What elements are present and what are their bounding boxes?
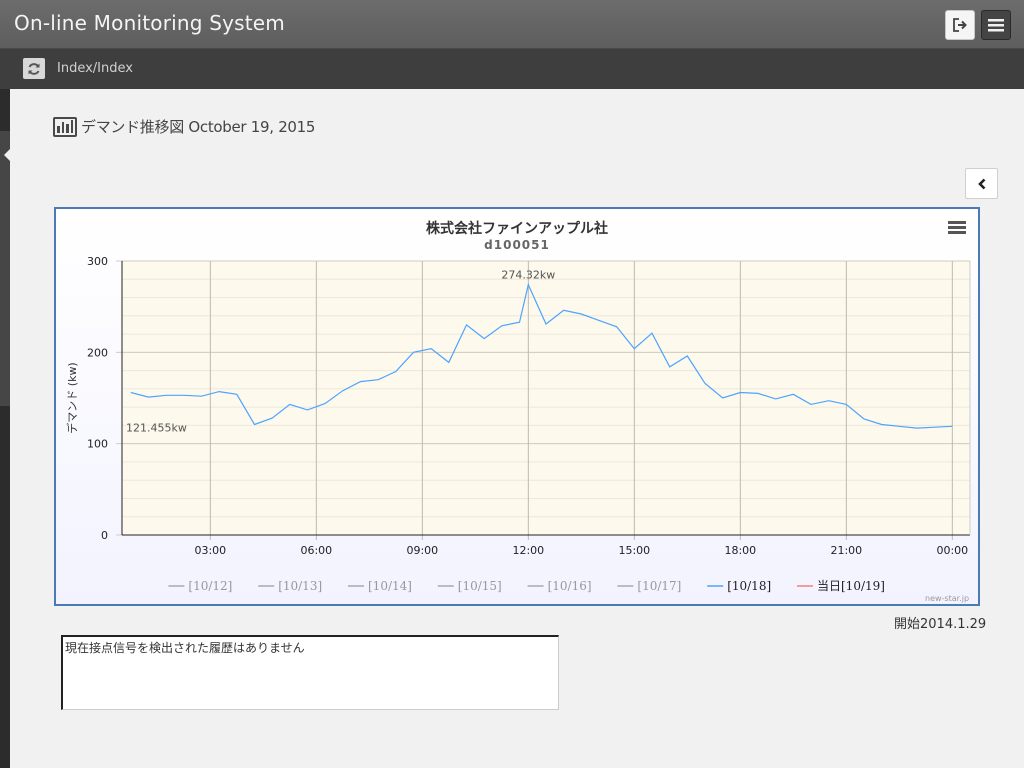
main-menu-button[interactable] (981, 10, 1011, 40)
logout-button[interactable] (945, 10, 975, 40)
chevron-left-icon (977, 178, 985, 189)
refresh-icon (28, 62, 40, 75)
legend-label: [10/13] (278, 579, 322, 593)
breadcrumb[interactable]: Index/Index (57, 61, 133, 76)
left-rail (0, 89, 10, 768)
y-axis-label: デマンド (kw) (65, 362, 79, 433)
x-tick-label: 18:00 (724, 544, 756, 557)
legend-label: [10/12] (188, 579, 232, 593)
data-label: 121.455kw (126, 421, 187, 434)
x-tick-label: 12:00 (512, 544, 544, 557)
demand-chart: 株式会社ファインアップル社 d100051 0 100 200 300 03:00 06:… (54, 207, 980, 606)
refresh-button[interactable] (23, 58, 45, 79)
legend-label: [10/15] (458, 579, 502, 593)
start-date-label: 開始2014.1.29 (894, 617, 987, 632)
history-panel: 現在接点信号を検出された履歴はありません (61, 635, 559, 710)
sign-out-icon (953, 18, 967, 32)
y-tick-label: 300 (87, 255, 108, 268)
sub-bar: Index/Index (0, 49, 1024, 89)
hamburger-icon (988, 18, 1004, 31)
plot-background (122, 261, 970, 535)
x-tick-label: 06:00 (300, 544, 332, 557)
y-tick-label: 0 (101, 529, 108, 542)
collapse-button[interactable] (965, 168, 998, 199)
legend-item[interactable]: [10/13] (258, 579, 322, 593)
top-bar: On-line Monitoring System (0, 0, 1024, 49)
legend-label: 当日[10/19] (817, 579, 885, 593)
x-tick-label: 03:00 (194, 544, 226, 557)
legend-item[interactable]: [10/17] (617, 579, 681, 593)
main-content: デマンド推移図 October 19, 2015 株式会社ファインアップル社 d… (10, 89, 1024, 768)
legend-label: [10/16] (548, 579, 592, 593)
legend-item[interactable]: 当日[10/19] (797, 579, 885, 593)
y-tick-label: 100 (87, 438, 108, 451)
legend-label: [10/18] (727, 579, 771, 593)
legend-label: [10/14] (368, 579, 412, 593)
x-tick-label: 09:00 (406, 544, 438, 557)
history-message: 現在接点信号を検出された履歴はありません (65, 641, 305, 655)
page-heading: デマンド推移図 October 19, 2015 (53, 116, 315, 137)
page-title: デマンド推移図 October 19, 2015 (81, 118, 316, 136)
y-tick-label: 200 (87, 346, 108, 359)
legend-item[interactable]: [10/14] (348, 579, 412, 593)
x-tick-label: 00:00 (936, 544, 968, 557)
legend-item[interactable]: [10/12] (168, 579, 232, 593)
legend-item[interactable]: [10/16] (527, 579, 592, 593)
chart-credit[interactable]: new-star.jp (925, 594, 969, 603)
legend-label: [10/17] (637, 579, 681, 593)
chart-plot: 0 100 200 300 03:00 06:00 09:00 12:00 15:00 18:00… (65, 255, 971, 593)
app-title: On-line Monitoring System (14, 11, 285, 35)
left-rail-segment (0, 131, 10, 406)
data-label: 274.32kw (501, 269, 555, 282)
x-tick-label: 15:00 (618, 544, 650, 557)
legend-item[interactable]: [10/15] (437, 579, 502, 593)
bar-chart-icon (53, 116, 77, 137)
legend-item[interactable]: [10/18] (707, 579, 771, 593)
x-tick-label: 21:00 (830, 544, 862, 557)
